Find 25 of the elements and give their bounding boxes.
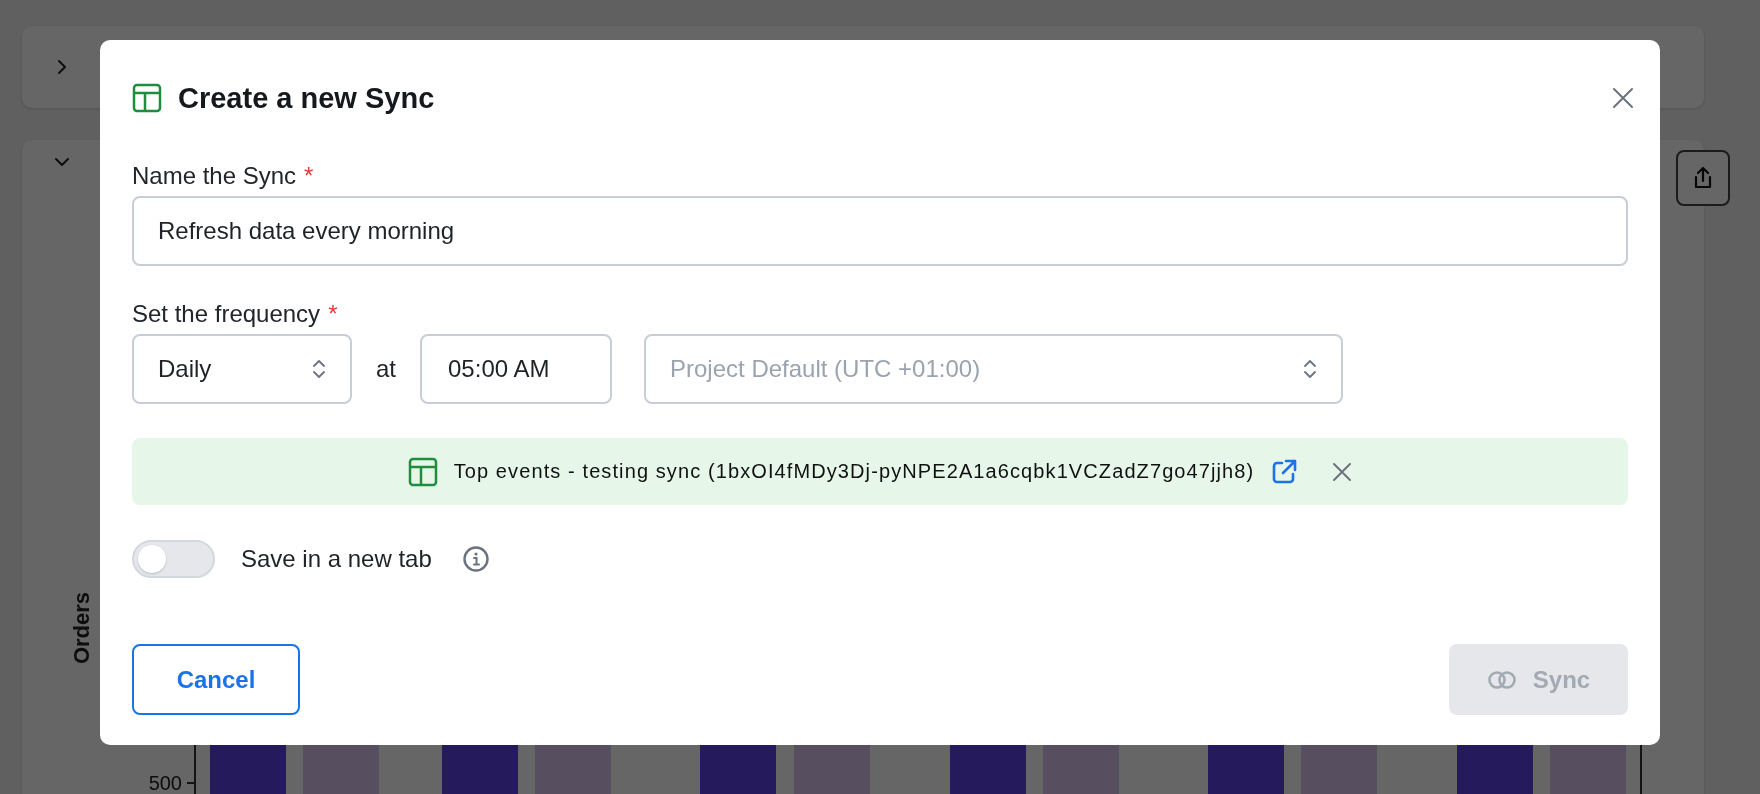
frequency-select[interactable]: Daily — [132, 334, 352, 404]
close-icon[interactable] — [1332, 461, 1353, 482]
close-icon[interactable] — [1612, 87, 1634, 109]
toggle-switch[interactable] — [132, 540, 215, 578]
spreadsheet-icon — [132, 83, 162, 113]
toggle-label: Save in a new tab — [241, 545, 432, 573]
required-mark: * — [304, 162, 314, 190]
spreadsheet-icon — [407, 456, 438, 487]
y-axis-tick-label: 500 — [148, 772, 182, 794]
name-field[interactable]: Refresh data every morning — [132, 196, 1628, 266]
up-down-chevron-icon — [312, 358, 326, 380]
cancel-button[interactable]: Cancel — [132, 644, 300, 715]
external-link-icon[interactable] — [1270, 457, 1299, 486]
link-icon — [1486, 668, 1517, 691]
required-mark: * — [328, 300, 338, 328]
field-label: Name the Sync — [132, 162, 297, 190]
linked-sheet-name: Top events - testing sync (1bxOI4fMDy3Dj-pyNPE2A1a6cqbk1VCZadZ7go47jjh8) — [453, 460, 1255, 483]
time-field[interactable]: 05:00 AM — [420, 334, 612, 404]
field-label: Set the frequency — [132, 300, 321, 328]
info-icon[interactable] — [461, 545, 490, 573]
y-axis-title: Orders — [69, 591, 94, 665]
share-button[interactable] — [1676, 150, 1730, 206]
up-down-chevron-icon — [1303, 358, 1317, 380]
at-label: at — [376, 355, 396, 383]
dialog-title: Create a new Sync — [178, 81, 435, 115]
